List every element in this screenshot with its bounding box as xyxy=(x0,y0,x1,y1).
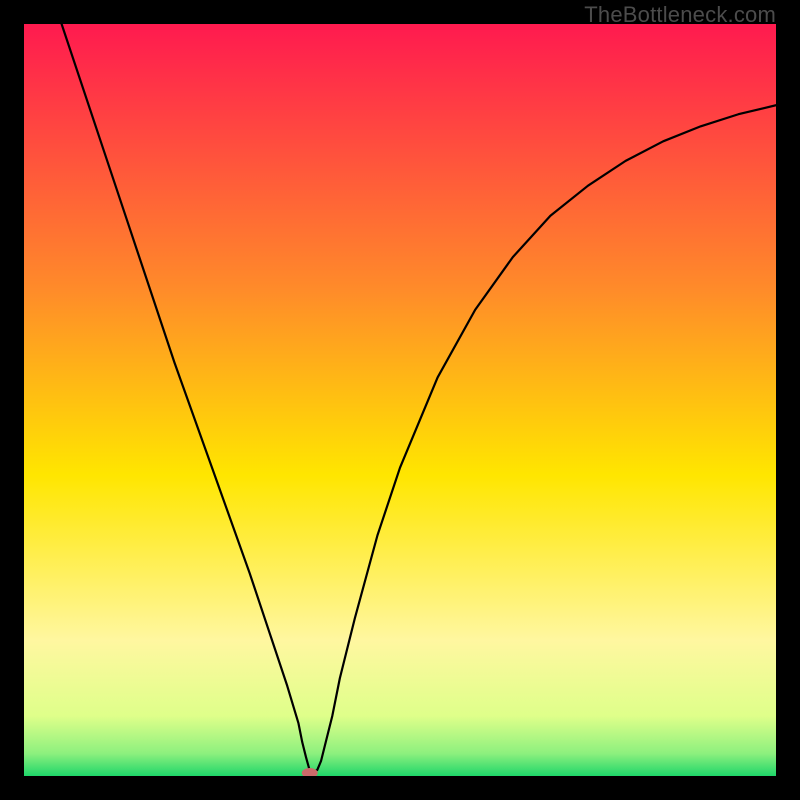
plot-area xyxy=(24,24,776,776)
chart-frame: TheBottleneck.com xyxy=(0,0,800,800)
chart-svg xyxy=(24,24,776,776)
gradient-background xyxy=(24,24,776,776)
